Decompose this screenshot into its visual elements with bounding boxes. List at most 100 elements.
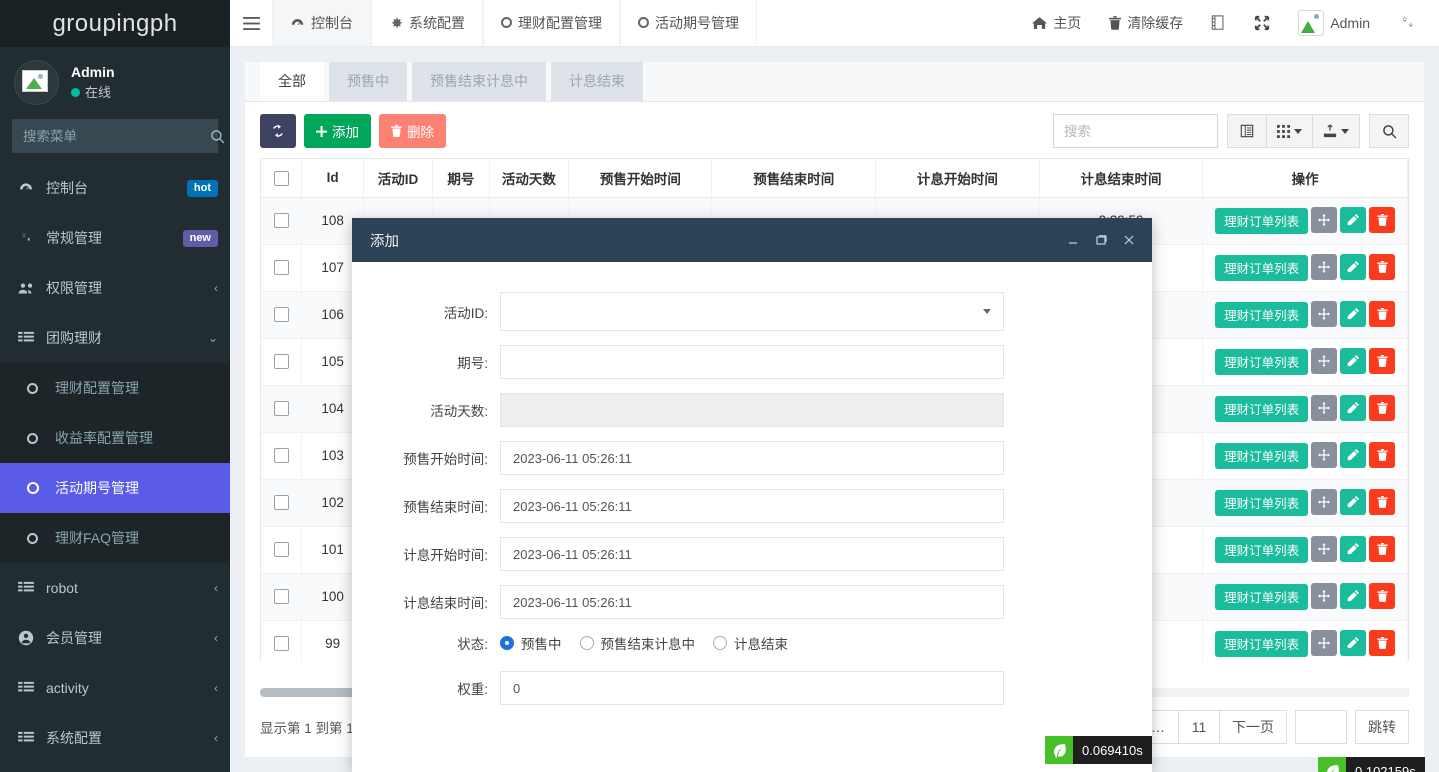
dialog-header[interactable]: 添加	[352, 218, 1152, 262]
filter-tab-presale[interactable]: 预售中	[329, 62, 407, 101]
row-select-cell[interactable]	[261, 385, 302, 432]
order-list-button[interactable]: 理财订单列表	[1215, 396, 1308, 422]
activity-id-select[interactable]	[500, 292, 1004, 331]
add-button[interactable]: 添加	[304, 114, 371, 148]
row-select-cell[interactable]	[261, 432, 302, 479]
row-checkbox[interactable]	[274, 260, 289, 275]
refresh-button[interactable]	[260, 114, 296, 148]
row-checkbox[interactable]	[274, 307, 289, 322]
status-option-accruing[interactable]: 预售结束计息中	[580, 633, 696, 653]
sidebar-item-faq[interactable]: 理财FAQ管理	[0, 513, 230, 563]
minimize-icon[interactable]	[1060, 227, 1086, 253]
delete-icon[interactable]	[1369, 489, 1395, 515]
col-presale-end[interactable]: 预售结束时间	[712, 159, 876, 197]
sidebar-item-permissions[interactable]: 权限管理 ‹	[0, 263, 230, 313]
row-select-cell[interactable]	[261, 338, 302, 385]
col-presale-start[interactable]: 预售开始时间	[569, 159, 712, 197]
sidebar-item-activity[interactable]: activity ‹	[0, 663, 230, 713]
nav-settings[interactable]	[1384, 0, 1429, 47]
row-checkbox[interactable]	[274, 213, 289, 228]
table-search-input[interactable]	[1053, 114, 1218, 148]
tab-sysconfig[interactable]: 系统配置	[371, 0, 483, 46]
presale-start-input[interactable]	[500, 441, 1004, 475]
edit-icon[interactable]	[1340, 395, 1366, 421]
maximize-icon[interactable]	[1088, 227, 1114, 253]
delete-icon[interactable]	[1369, 442, 1395, 468]
sidebar-item-activity-period[interactable]: 活动期号管理	[0, 463, 230, 513]
page-11[interactable]: 11	[1178, 710, 1220, 744]
radio-icon[interactable]	[500, 636, 514, 650]
nav-fullscreen[interactable]	[1240, 0, 1284, 47]
sidebar-item-groupbuy-finance[interactable]: 团购理财 ⌄	[0, 313, 230, 363]
search-input[interactable]	[13, 129, 210, 144]
delete-icon[interactable]	[1369, 583, 1395, 609]
delete-icon[interactable]	[1369, 348, 1395, 374]
edit-icon[interactable]	[1340, 442, 1366, 468]
col-period[interactable]: 期号	[433, 159, 489, 197]
move-icon[interactable]	[1311, 489, 1337, 515]
tab-licai-config[interactable]: 理财配置管理	[483, 0, 620, 46]
sidebar-item-members[interactable]: 会员管理 ‹	[0, 613, 230, 663]
sidebar-item-dashboard[interactable]: 控制台 hot	[0, 163, 230, 213]
sidebar-search[interactable]	[12, 119, 218, 153]
row-select-cell[interactable]	[261, 291, 302, 338]
next-page-button[interactable]: 下一页	[1219, 710, 1287, 744]
nav-home[interactable]: 主页	[1018, 0, 1095, 47]
move-icon[interactable]	[1311, 583, 1337, 609]
move-icon[interactable]	[1311, 395, 1337, 421]
sidebar-item-robot[interactable]: robot ‹	[0, 563, 230, 613]
edit-icon[interactable]	[1340, 301, 1366, 327]
page-jump-input[interactable]	[1295, 710, 1347, 744]
edit-icon[interactable]	[1340, 536, 1366, 562]
row-checkbox[interactable]	[274, 354, 289, 369]
order-list-button[interactable]: 理财订单列表	[1215, 255, 1308, 281]
order-list-button[interactable]: 理财订单列表	[1215, 208, 1308, 234]
row-checkbox[interactable]	[274, 448, 289, 463]
row-checkbox[interactable]	[274, 542, 289, 557]
row-select-cell[interactable]	[261, 573, 302, 620]
row-checkbox[interactable]	[274, 636, 289, 651]
sidebar-item-licai-config[interactable]: 理财配置管理	[0, 363, 230, 413]
status-option-ended[interactable]: 计息结束	[713, 633, 788, 653]
weight-input[interactable]	[500, 671, 1004, 705]
filter-tab-accrual-end[interactable]: 计息结束	[551, 62, 643, 101]
tab-activity-period[interactable]: 活动期号管理	[620, 0, 757, 46]
row-select-cell[interactable]	[261, 197, 302, 244]
col-accrual-start[interactable]: 计息开始时间	[876, 159, 1040, 197]
period-input[interactable]	[500, 345, 1004, 379]
order-list-button[interactable]: 理财订单列表	[1215, 349, 1308, 375]
grid-icon[interactable]	[1266, 114, 1313, 148]
move-icon[interactable]	[1311, 348, 1337, 374]
col-activity-id[interactable]: 活动ID	[363, 159, 433, 197]
delete-icon[interactable]	[1369, 536, 1395, 562]
order-list-button[interactable]: 理财订单列表	[1215, 537, 1308, 563]
search-icon[interactable]	[210, 129, 225, 144]
sidebar-item-sysconfig[interactable]: 系统配置 ‹	[0, 713, 230, 763]
filter-tab-all[interactable]: 全部	[260, 62, 324, 101]
nav-theme[interactable]	[1197, 0, 1240, 47]
columns-icon[interactable]	[1227, 114, 1267, 148]
sidebar-item-rate-config[interactable]: 收益率配置管理	[0, 413, 230, 463]
delete-button[interactable]: 删除	[379, 114, 446, 148]
tab-dashboard[interactable]: 控制台	[272, 0, 371, 46]
edit-icon[interactable]	[1340, 630, 1366, 656]
avatar[interactable]	[14, 60, 59, 105]
presale-end-input[interactable]	[500, 489, 1004, 523]
export-icon[interactable]	[1312, 114, 1360, 148]
col-id[interactable]: Id	[302, 159, 363, 197]
order-list-button[interactable]: 理财订单列表	[1215, 584, 1308, 610]
accrual-end-input[interactable]	[500, 585, 1004, 619]
row-select-cell[interactable]	[261, 526, 302, 573]
edit-icon[interactable]	[1340, 254, 1366, 280]
edit-icon[interactable]	[1340, 489, 1366, 515]
accrual-start-input[interactable]	[500, 537, 1004, 571]
move-icon[interactable]	[1311, 630, 1337, 656]
edit-icon[interactable]	[1340, 583, 1366, 609]
nav-user[interactable]: Admin	[1284, 0, 1384, 47]
sidebar-item-general[interactable]: 常规管理 new	[0, 213, 230, 263]
row-select-cell[interactable]	[261, 479, 302, 526]
select-all-checkbox[interactable]	[274, 171, 289, 186]
delete-icon[interactable]	[1369, 630, 1395, 656]
delete-icon[interactable]	[1369, 254, 1395, 280]
select-all-header[interactable]	[261, 159, 302, 197]
